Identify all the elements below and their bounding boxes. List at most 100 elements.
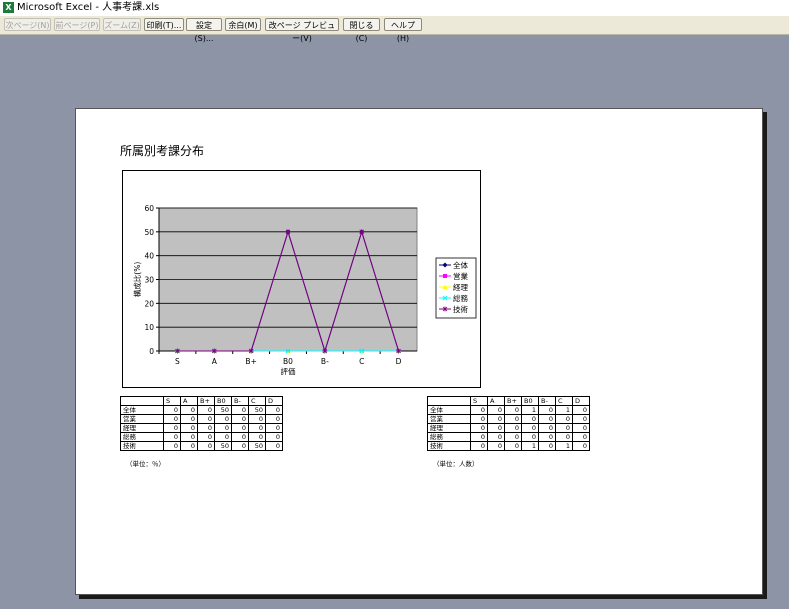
- window-title-bar: X Microsoft Excel - 人事考課.xls: [0, 0, 789, 17]
- count-cell: 0: [504, 432, 522, 442]
- x-tick-label: C: [359, 357, 364, 366]
- setup-button[interactable]: 設定(S)...: [186, 18, 222, 43]
- pct-column-header: S: [163, 396, 181, 406]
- pct-cell: 0: [197, 414, 215, 424]
- help-button[interactable]: ヘルプ(H): [384, 18, 422, 43]
- count-cell: 0: [470, 423, 488, 433]
- count-header-row: S A B+ B0 B- C D: [427, 396, 590, 406]
- pct-corner-cell: [120, 396, 164, 406]
- pct-cell: 0: [180, 441, 198, 451]
- count-cell: 1: [555, 405, 573, 415]
- count-cell: 0: [538, 414, 556, 424]
- pct-cell: 0: [214, 414, 232, 424]
- pct-column-header: B0: [214, 396, 232, 406]
- count-cell: 0: [470, 414, 488, 424]
- data-point: [322, 348, 328, 354]
- print-button[interactable]: 印刷(T)...: [144, 18, 184, 31]
- margins-button[interactable]: 余白(M): [225, 18, 261, 31]
- next-page-button[interactable]: 次ページ(N): [4, 18, 51, 31]
- count-cell: 0: [521, 432, 539, 442]
- pct-cell: 0: [248, 432, 266, 442]
- pct-column-header: B+: [197, 396, 215, 406]
- count-cell: 0: [555, 423, 573, 433]
- line-chart: 0 10 20 30 40 50 60 S A B+ B0 B- C D 評価 構成比(%) 全体 営業 経理 総務技…: [122, 170, 481, 388]
- pct-cell: 0: [231, 414, 249, 424]
- legend-label: 経理: [453, 282, 468, 292]
- pct-row: 総務 0 0 0 0 0 0 0: [120, 432, 283, 442]
- percent-table: S A B+ B0 B- C D 全体 0 0 0 50 0 50 0 営業 0 0 0 0 0 0 0 経理 0 0 0 0 0 0 0 総…: [120, 396, 283, 451]
- count-cell: 0: [538, 405, 556, 415]
- count-cell: 0: [555, 432, 573, 442]
- pct-cell: 0: [163, 423, 181, 433]
- count-cell: 0: [572, 441, 590, 451]
- count-cell: 0: [487, 432, 505, 442]
- pct-cell: 0: [180, 405, 198, 415]
- sheet-heading: 所属別考課分布: [120, 144, 205, 158]
- count-cell: 0: [572, 414, 590, 424]
- y-tick-label: 20: [144, 299, 154, 308]
- pct-column-header: A: [180, 396, 198, 406]
- window-title: Microsoft Excel - 人事考課.xls: [17, 2, 160, 13]
- count-cell: 0: [572, 423, 590, 433]
- count-cell: 1: [555, 441, 573, 451]
- pct-cell: 0: [265, 432, 283, 442]
- count-column-header: B+: [504, 396, 522, 406]
- pct-cell: 0: [197, 441, 215, 451]
- legend-label: 総務: [453, 293, 468, 303]
- pct-cell: 0: [197, 432, 215, 442]
- pct-cell: 0: [265, 414, 283, 424]
- y-axis-label: 構成比(%): [132, 262, 142, 298]
- count-cell: 0: [504, 423, 522, 433]
- count-cell: 0: [538, 423, 556, 433]
- pct-row: 技術 0 0 0 50 0 50 0: [120, 441, 283, 451]
- count-column-header: D: [572, 396, 590, 406]
- pct-cell: 0: [265, 405, 283, 415]
- zoom-button[interactable]: ズーム(Z): [103, 18, 141, 31]
- prev-page-button[interactable]: 前ページ(P): [54, 18, 100, 31]
- pct-header-row: S A B+ B0 B- C D: [120, 396, 283, 406]
- data-point: [248, 348, 254, 354]
- count-row-label: 経理: [427, 423, 471, 433]
- pct-cell: 50: [248, 405, 266, 415]
- count-cell: 0: [504, 405, 522, 415]
- count-row-label: 技術: [427, 441, 471, 451]
- pct-cell: 0: [231, 441, 249, 451]
- pct-row: 営業 0 0 0 0 0 0 0: [120, 414, 283, 424]
- count-cell: 0: [538, 441, 556, 451]
- page-break-preview-button[interactable]: 改ページ プレビュー(V): [265, 18, 339, 43]
- y-tick-label: 0: [149, 347, 154, 356]
- data-point: [211, 348, 217, 354]
- count-row: 技術 0 0 0 1 0 1 0: [427, 441, 590, 451]
- pct-cell: 50: [248, 441, 266, 451]
- x-tick-label: D: [396, 357, 402, 366]
- count-cell: 0: [487, 405, 505, 415]
- close-button[interactable]: 閉じる(C): [343, 18, 380, 43]
- print-preview-toolbar: 次ページ(N) 前ページ(P) ズーム(Z) 印刷(T)... 設定(S)...…: [0, 16, 789, 43]
- count-row-label: 営業: [427, 414, 471, 424]
- x-tick-label: B-: [321, 357, 329, 366]
- count-row-label: 総務: [427, 432, 471, 442]
- pct-cell: 0: [231, 423, 249, 433]
- pct-column-header: C: [248, 396, 266, 406]
- x-tick-label: S: [175, 357, 180, 366]
- pct-row-label: 全体: [120, 405, 164, 415]
- data-point: [285, 229, 291, 235]
- count-row: 総務 0 0 0 0 0 0 0: [427, 432, 590, 442]
- count-cell: 0: [521, 414, 539, 424]
- pct-row-label: 経理: [120, 423, 164, 433]
- count-cell: 0: [470, 405, 488, 415]
- count-column-header: S: [470, 396, 488, 406]
- count-cell: 0: [487, 423, 505, 433]
- x-tick-label: B+: [245, 357, 256, 366]
- count-cell: 0: [504, 414, 522, 424]
- count-column-header: B-: [538, 396, 556, 406]
- count-cell: 0: [487, 414, 505, 424]
- data-point: [359, 229, 365, 235]
- pct-cell: 0: [180, 423, 198, 433]
- excel-icon: X: [3, 2, 14, 13]
- count-row-label: 全体: [427, 405, 471, 415]
- data-point: [396, 348, 402, 354]
- count-cell: 0: [504, 441, 522, 451]
- pct-cell: 0: [231, 432, 249, 442]
- pct-cell: 0: [248, 423, 266, 433]
